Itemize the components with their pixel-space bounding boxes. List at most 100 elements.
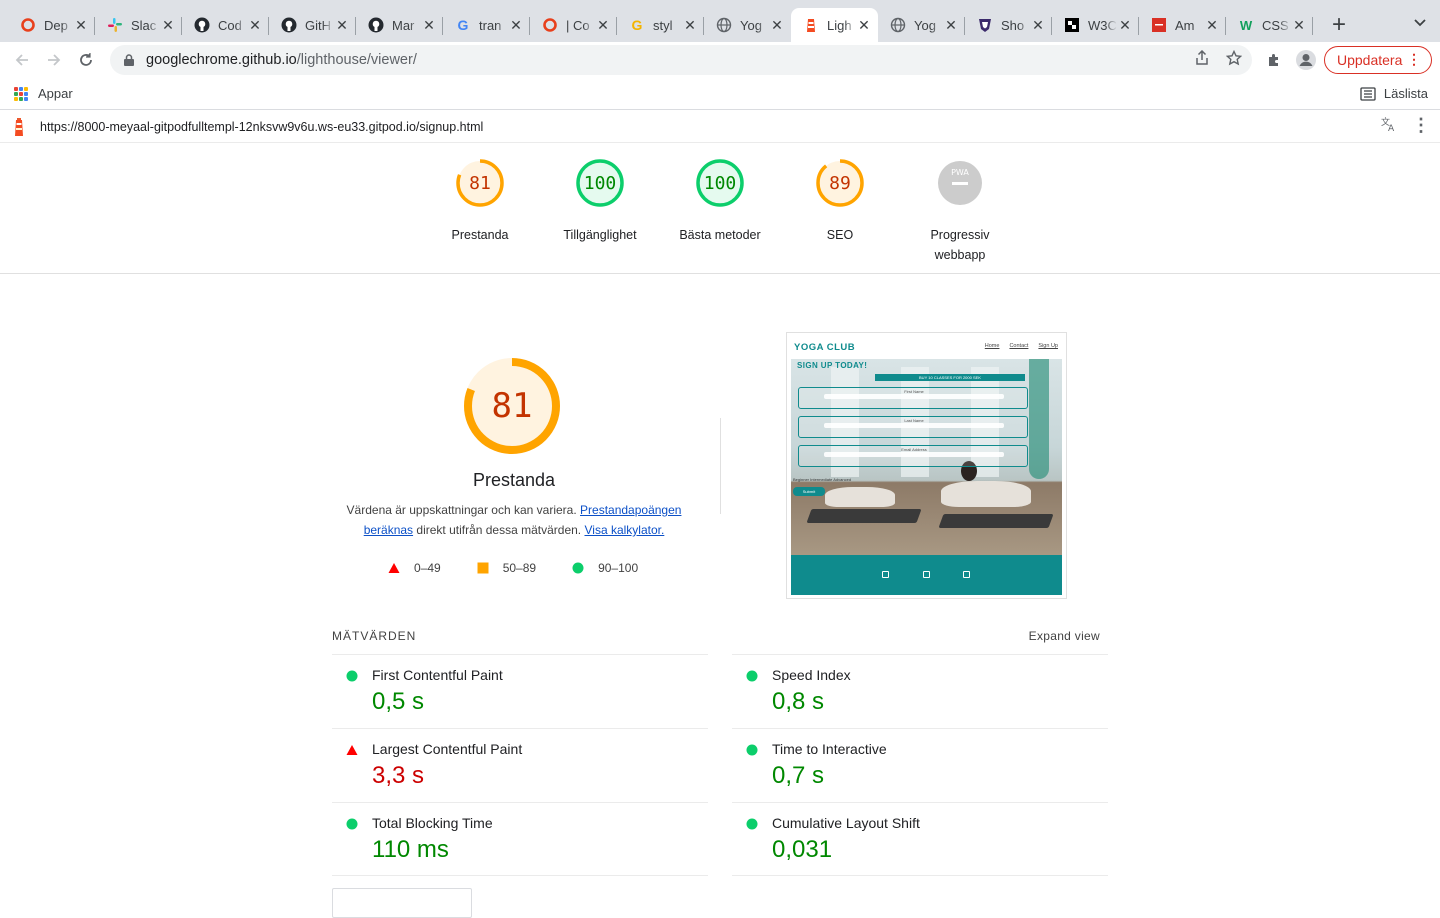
metric-name: Speed Index	[772, 667, 851, 683]
browser-tab[interactable]: Mar ✕	[356, 8, 443, 42]
summary-gauge-4[interactable]: 89 SEO	[780, 157, 900, 245]
tab-close-icon[interactable]: ✕	[247, 17, 263, 34]
tab-close-icon[interactable]: ✕	[682, 17, 698, 34]
tab-close-icon[interactable]: ✕	[421, 17, 437, 34]
summary-gauge-1[interactable]: 81 Prestanda	[420, 157, 540, 245]
tab-close-icon[interactable]: ✕	[856, 17, 872, 34]
tab-close-icon[interactable]: ✕	[1030, 17, 1046, 34]
browser-tab[interactable]: Gtran ✕	[443, 8, 530, 42]
score-value: 100	[704, 173, 737, 194]
metric-row: Total Blocking Time 110 ms	[332, 802, 708, 876]
bookmark-apps[interactable]: Appar	[38, 86, 73, 101]
score-value: 89	[829, 173, 851, 194]
summary-gauge-3[interactable]: 100 Bästa metoder	[660, 157, 780, 245]
tab-title: Dep	[44, 17, 68, 33]
lighthouse-icon	[803, 17, 819, 33]
tab-title: Yog	[740, 17, 762, 33]
github-icon	[281, 17, 297, 33]
share-icon[interactable]	[1190, 49, 1214, 70]
metric-value: 0,8 s	[772, 688, 825, 715]
tab-close-icon[interactable]: ✕	[595, 17, 611, 34]
expand-view-toggle[interactable]: Expand view	[1029, 629, 1100, 643]
browser-tab[interactable]: Am ✕	[1139, 8, 1226, 42]
browser-tab[interactable]: GitH ✕	[269, 8, 356, 42]
screenshot-nav-contact: Contact	[1009, 343, 1029, 349]
summary-gauge-2[interactable]: 100 Tillgänglighet	[540, 157, 660, 245]
browser-tab[interactable]: Slac ✕	[95, 8, 182, 42]
shield-logo-icon	[977, 17, 993, 33]
final-screenshot[interactable]: YOGA CLUB Home Contact Sign Up SIGN UP T…	[786, 332, 1067, 599]
tab-title: Am	[1175, 17, 1195, 33]
tab-close-icon[interactable]: ✕	[508, 17, 524, 34]
browser-tab[interactable]: Ligh ✕	[791, 8, 878, 42]
screenshot-brand: YOGA CLUB	[794, 342, 856, 353]
screenshot-header: YOGA CLUB Home Contact Sign Up	[787, 333, 1068, 359]
lighthouse-logo-icon	[15, 117, 23, 136]
screenshot-hero-title: SIGN UP TODAY!	[797, 361, 868, 370]
bookmarks-bar: Appar Läslista	[0, 78, 1440, 110]
tab-close-icon[interactable]: ✕	[1291, 17, 1307, 34]
browser-tab[interactable]: Dep ✕	[8, 8, 95, 42]
update-browser-button[interactable]: Uppdatera ⋮	[1324, 46, 1432, 74]
metrics-bottom-border	[332, 875, 1108, 876]
tab-close-icon[interactable]: ✕	[1117, 17, 1133, 34]
tools-menu-kebab-icon[interactable]: ⋮	[1412, 115, 1430, 136]
translate-icon[interactable]: 文A	[1380, 115, 1398, 136]
view-calculator-link[interactable]: Visa kalkylator.	[584, 523, 664, 537]
tab-close-icon[interactable]: ✕	[1204, 17, 1220, 34]
extensions-puzzle-icon[interactable]	[1262, 48, 1286, 72]
reading-list-button[interactable]: Läslista	[1360, 86, 1428, 101]
profile-avatar-icon[interactable]	[1294, 48, 1318, 72]
reload-icon	[80, 53, 92, 66]
bookmark-star-icon[interactable]	[1222, 49, 1246, 70]
performance-description: Värdena är uppskattningar och kan varier…	[332, 500, 696, 540]
svg-text:A: A	[1388, 124, 1395, 133]
forward-button[interactable]	[38, 44, 70, 76]
tab-close-icon[interactable]: ✕	[943, 17, 959, 34]
w-icon: W	[1239, 17, 1253, 33]
reload-button[interactable]	[70, 44, 102, 76]
opera-ring-icon	[20, 17, 36, 33]
pwa-badge-label: PWA	[951, 168, 969, 177]
address-bar[interactable]: googlechrome.github.io/lighthouse/viewer…	[110, 45, 1252, 75]
globe-icon	[890, 17, 906, 33]
browser-tab[interactable]: W CSS ✕	[1226, 8, 1313, 42]
browser-tab[interactable]: Cod ✕	[182, 8, 269, 42]
browser-tab[interactable]: Yog ✕	[704, 8, 791, 42]
browser-tab[interactable]: Sho ✕	[965, 8, 1052, 42]
legend-fail-range: 0–49	[414, 561, 441, 575]
tab-title: GitH	[305, 17, 331, 33]
metric-row: Time to Interactive 0,7 s	[732, 728, 1108, 802]
score-gauge-icon: 89	[816, 159, 864, 207]
tab-search-chevron-icon[interactable]	[1414, 14, 1426, 30]
tab-close-icon[interactable]: ✕	[334, 17, 350, 34]
tab-title: Slac	[131, 17, 157, 33]
browser-tab[interactable]: W3C ✕	[1052, 8, 1139, 42]
back-button[interactable]	[6, 44, 38, 76]
summary-gauge-5[interactable]: PWA Progressiv webbapp	[900, 157, 1020, 265]
performance-section: 81 Prestanda Värdena är uppskattningar o…	[332, 300, 1108, 918]
tab-close-icon[interactable]: ✕	[73, 17, 89, 34]
screenshot-footer	[791, 555, 1062, 595]
screenshot-instagram-icon	[963, 571, 970, 578]
tab-title: Ligh	[827, 17, 852, 33]
browser-tab[interactable]: Yog ✕	[878, 8, 965, 42]
score-gauge-icon: 100	[696, 159, 744, 207]
new-tab-button[interactable]: +	[1319, 8, 1359, 42]
update-label: Uppdatera	[1337, 52, 1403, 68]
tab-title: styl	[653, 17, 673, 33]
browser-tab[interactable]: Gstyl ✕	[617, 8, 704, 42]
tab-close-icon[interactable]: ✕	[160, 17, 176, 34]
metrics-title: MÄTVÄRDEN	[332, 629, 417, 643]
metric-value: 0,031	[772, 836, 833, 863]
apps-grid-icon[interactable]	[14, 86, 28, 101]
lock-icon[interactable]	[122, 53, 136, 67]
summary-gauge-label: Bästa metoder	[679, 228, 761, 242]
view-trace-button[interactable]	[332, 888, 472, 918]
metric-name: Total Blocking Time	[372, 815, 493, 831]
browser-tab[interactable]: | Co ✕	[530, 8, 617, 42]
report-url-link[interactable]: https://8000-meyaal-gitpodfulltempl-12nk…	[40, 120, 483, 134]
tab-close-icon[interactable]: ✕	[769, 17, 785, 34]
green-circle-icon	[346, 670, 358, 682]
section-divider	[720, 418, 721, 514]
